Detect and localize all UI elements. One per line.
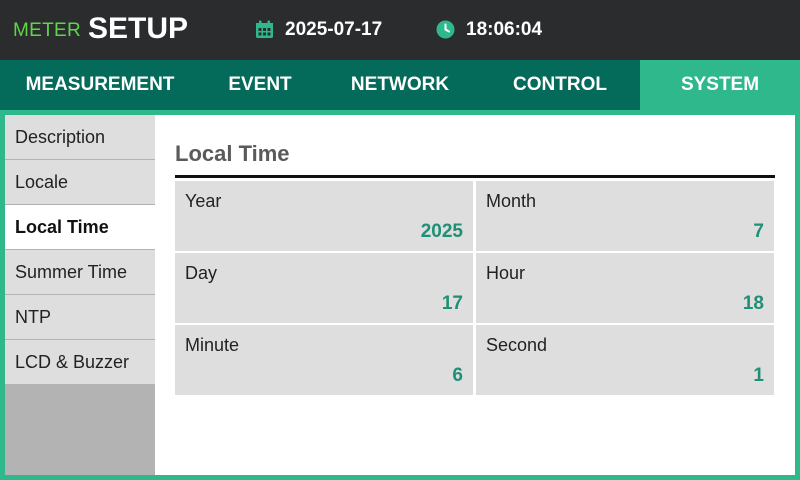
current-date: 2025-07-17 [285,19,383,40]
title-divider [175,175,775,178]
field-second[interactable]: Second 1 [476,325,774,395]
field-value: 18 [742,293,764,314]
field-minute[interactable]: Minute 6 [175,325,473,395]
field-hour[interactable]: Hour 18 [476,253,774,323]
sidebar-item-local-time[interactable]: Local Time [5,205,155,249]
sidebar: Description Locale Local Time Summer Tim… [5,115,155,475]
field-label: Day [185,263,218,283]
page-title: Local Time [175,141,290,166]
field-label: Minute [185,335,240,355]
field-value: 1 [753,365,764,386]
field-label: Second [486,335,548,355]
calendar-icon [255,20,274,39]
tab-event[interactable]: EVENT [200,60,320,110]
sidebar-item-description[interactable]: Description [5,115,155,159]
field-value: 7 [753,221,764,242]
field-month[interactable]: Month 7 [476,181,774,251]
tab-measurement[interactable]: MEASUREMENT [0,60,200,110]
tab-network[interactable]: NETWORK [320,60,480,110]
tab-system[interactable]: SYSTEM [640,60,800,110]
field-value: 2025 [420,221,463,242]
sidebar-item-summer-time[interactable]: Summer Time [5,250,155,294]
field-value: 17 [441,293,463,314]
sidebar-item-lcd-buzzer[interactable]: LCD & Buzzer [5,340,155,384]
field-day[interactable]: Day 17 [175,253,473,323]
top-bar: METER SETUP 2025-07-17 18:06:04 [0,0,800,60]
field-value: 6 [452,365,463,386]
sidebar-item-locale[interactable]: Locale [5,160,155,204]
clock-icon [436,20,455,39]
sidebar-item-ntp[interactable]: NTP [5,295,155,339]
field-label: Hour [486,263,526,283]
tab-control[interactable]: CONTROL [480,60,640,110]
brand-meter-label: METER [13,20,81,41]
main-panel: Local Time Year 2025 Month 7 Day 17 Hour… [155,115,795,475]
brand-setup-label: SETUP [88,12,189,45]
field-label: Year [185,191,222,211]
current-time: 18:06:04 [466,19,543,40]
field-label: Month [486,191,537,211]
main-tab-bar: MEASUREMENT EVENT NETWORK CONTROL SYSTEM [0,60,800,110]
field-year[interactable]: Year 2025 [175,181,473,251]
